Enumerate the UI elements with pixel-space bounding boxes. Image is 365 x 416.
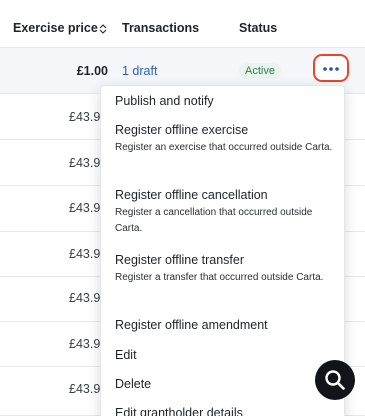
column-header-status: Status xyxy=(239,21,278,35)
exercise-price-value: £43.9 xyxy=(69,247,101,261)
menu-item-title: Publish and notify xyxy=(115,94,214,108)
menu-item-title: Register offline exercise xyxy=(115,123,249,137)
menu-item-edit[interactable]: Edit xyxy=(115,348,334,362)
menu-item-description: Register an exercise that occurred outsi… xyxy=(115,142,333,153)
menu-item-edit-grantholder-details[interactable]: Edit grantholder details xyxy=(115,406,334,416)
menu-item-title: Register offline transfer xyxy=(115,253,244,267)
column-header-exercise-price[interactable]: Exercise price xyxy=(13,21,98,35)
menu-item-title: Delete xyxy=(115,377,152,391)
exercise-price-value: £43.9 xyxy=(69,110,101,124)
menu-item-title: Edit xyxy=(115,348,137,362)
menu-item-register-offline-amendment[interactable]: Register offline amendment xyxy=(115,318,334,332)
transactions-link[interactable]: 1 draft xyxy=(122,64,157,78)
exercise-price-value: £43.9 xyxy=(69,337,101,351)
menu-item-description: Register a cancellation that occurred ou… xyxy=(115,207,313,234)
sort-icon[interactable] xyxy=(99,24,107,34)
menu-item-publish-and-notify[interactable]: Publish and notify xyxy=(115,94,334,108)
table-header: Exercise price Transactions Status xyxy=(0,0,365,48)
exercise-price-value: £43.9 xyxy=(69,291,101,305)
more-actions-button[interactable] xyxy=(313,54,349,82)
column-header-transactions: Transactions xyxy=(122,21,200,35)
exercise-price-value: £43.9 xyxy=(69,201,101,215)
exercise-price-value: £1.00 xyxy=(76,64,108,78)
menu-item-title: Edit grantholder details xyxy=(115,406,243,416)
status-badge: Active xyxy=(239,63,281,79)
search-fab-button[interactable] xyxy=(315,360,355,400)
exercise-price-value: £43.9 xyxy=(69,156,101,170)
search-icon xyxy=(325,370,345,390)
menu-item-register-offline-transfer[interactable]: Register offline transfer Register a tra… xyxy=(115,253,334,286)
menu-item-description: Register a transfer that occurred outsid… xyxy=(115,272,324,283)
menu-item-title: Register offline cancellation xyxy=(115,188,268,202)
menu-item-delete[interactable]: Delete xyxy=(115,377,334,391)
exercise-price-value: £43.9 xyxy=(69,382,101,396)
menu-item-register-offline-cancellation[interactable]: Register offline cancellation Register a… xyxy=(115,188,334,237)
menu-item-title: Register offline amendment xyxy=(115,318,268,332)
actions-menu: Publish and notify Register offline exer… xyxy=(100,85,345,416)
menu-item-register-offline-exercise[interactable]: Register offline exercise Register an ex… xyxy=(115,123,334,156)
more-dots-icon xyxy=(323,67,339,71)
